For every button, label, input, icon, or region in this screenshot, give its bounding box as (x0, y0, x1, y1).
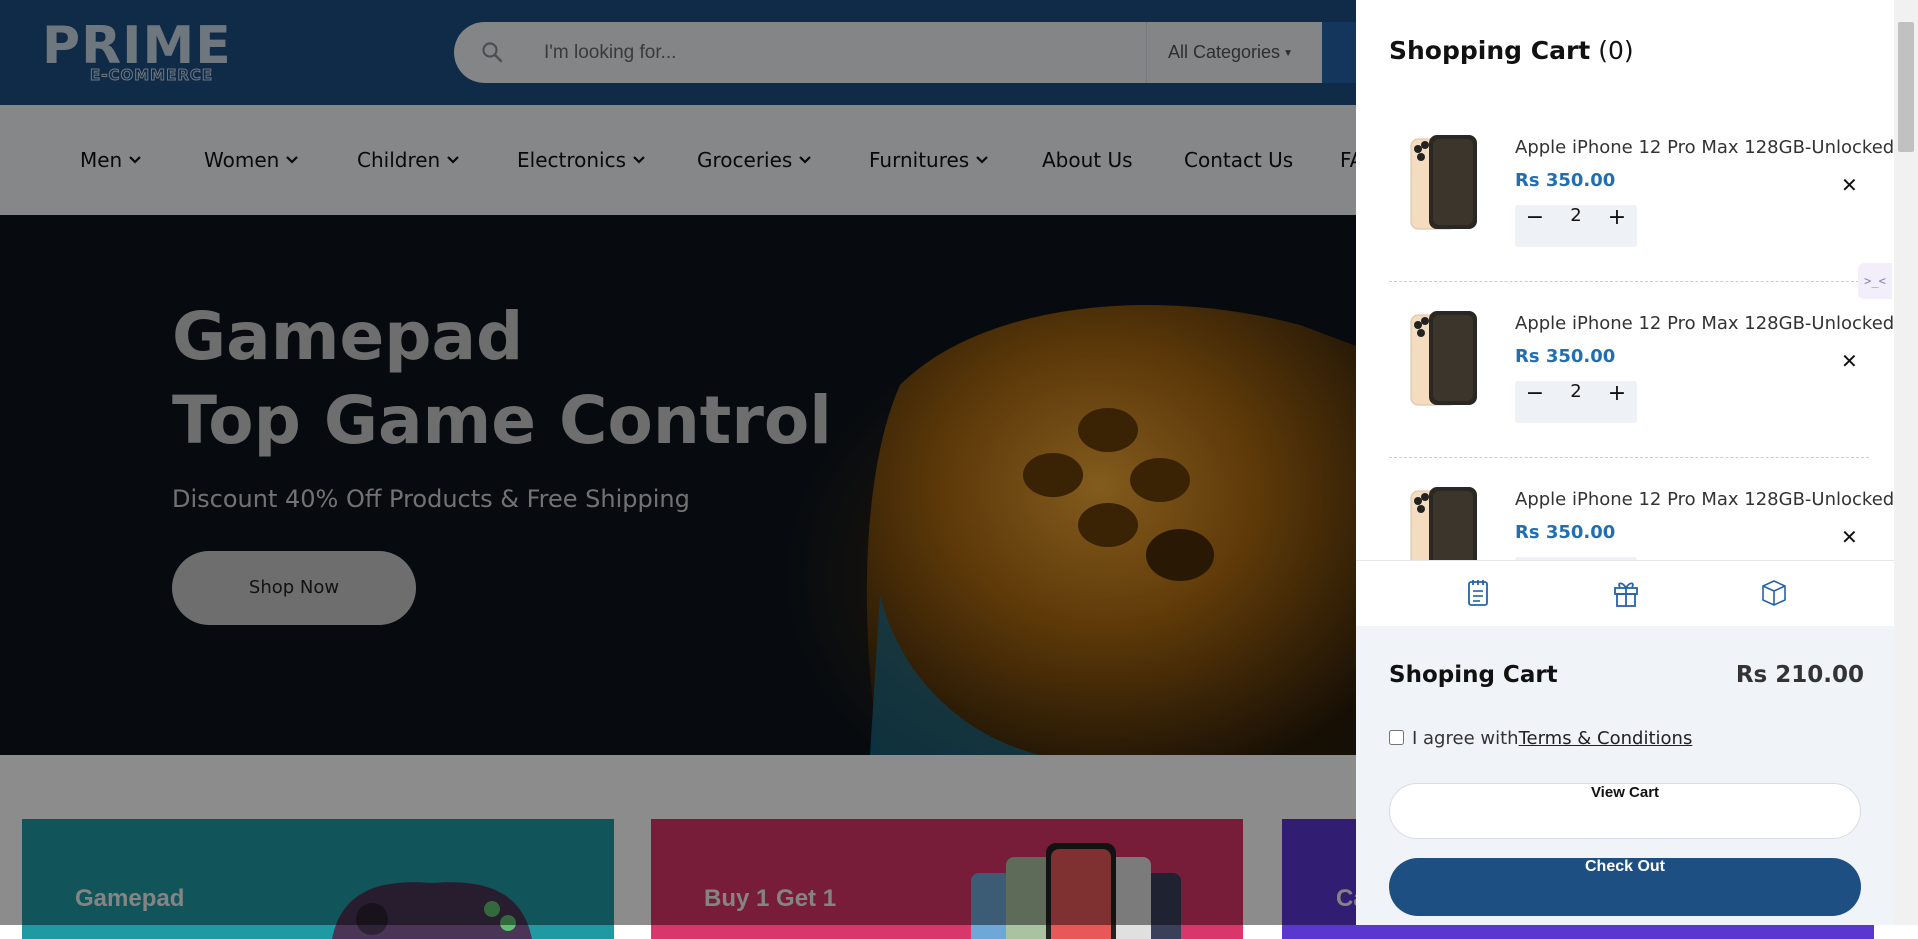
scrollbar-thumb[interactable] (1898, 22, 1914, 152)
note-icon[interactable] (1462, 577, 1494, 609)
minus-icon[interactable]: − (1515, 381, 1555, 423)
terms-agreement: I agree withTerms & Conditions (1389, 728, 1692, 749)
product-name[interactable]: Apple iPhone 12 Pro Max 128GB-Unlocked (1515, 313, 1894, 334)
plus-icon[interactable]: + (1597, 381, 1637, 423)
terms-link[interactable]: Terms & Conditions (1519, 728, 1693, 749)
remove-item-icon[interactable]: ✕ (1841, 525, 1858, 549)
cart-item: Apple iPhone 12 Pro Max 128GB-Unlocked R… (1389, 457, 1894, 560)
agree-text: I agree with (1412, 728, 1519, 749)
quantity-value[interactable]: 2 (1555, 205, 1597, 247)
extension-tab-icon[interactable]: >_< (1858, 263, 1892, 299)
terms-checkbox[interactable] (1389, 730, 1404, 745)
cart-title-text: Shopping Cart (1389, 36, 1591, 65)
product-price: Rs 350.00 (1515, 346, 1616, 367)
cart-total: Rs 210.00 (1735, 662, 1864, 688)
product-name[interactable]: Apple iPhone 12 Pro Max 128GB-Unlocked (1515, 137, 1894, 158)
summary-label: Shoping Cart (1389, 662, 1558, 688)
modal-overlay[interactable] (0, 0, 1356, 925)
quantity-value[interactable]: 2 (1555, 381, 1597, 423)
remove-item-icon[interactable]: ✕ (1841, 173, 1858, 197)
remove-item-icon[interactable]: ✕ (1841, 349, 1858, 373)
product-image (1410, 135, 1477, 230)
product-image (1410, 311, 1477, 406)
cart-items-list[interactable]: Apple iPhone 12 Pro Max 128GB-Unlocked R… (1356, 105, 1894, 560)
product-image (1410, 487, 1477, 560)
quantity-stepper: − 2 + (1515, 205, 1637, 247)
minus-icon[interactable]: − (1515, 205, 1555, 247)
plus-icon[interactable]: + (1597, 205, 1637, 247)
cart-title: Shopping Cart (0) (1389, 36, 1634, 65)
product-price: Rs 350.00 (1515, 170, 1616, 191)
product-name[interactable]: Apple iPhone 12 Pro Max 128GB-Unlocked (1515, 489, 1894, 510)
cart-count: (0) (1598, 36, 1634, 65)
cart-drawer: Shopping Cart (0) Apple iPhone 12 Pro Max… (1356, 0, 1894, 925)
cart-item: Apple iPhone 12 Pro Max 128GB-Unlocked R… (1389, 105, 1894, 282)
view-cart-button[interactable]: View Cart (1389, 783, 1861, 839)
gift-icon[interactable] (1610, 577, 1642, 609)
page-scrollbar[interactable] (1894, 0, 1918, 925)
quantity-stepper: − 2 + (1515, 381, 1637, 423)
box-icon[interactable] (1758, 577, 1790, 609)
cart-summary: Shoping Cart Rs 210.00 I agree withTerms… (1356, 626, 1894, 925)
checkout-button[interactable]: Check Out (1389, 858, 1861, 916)
cart-item: Apple iPhone 12 Pro Max 128GB-Unlocked R… (1389, 281, 1894, 458)
product-price: Rs 350.00 (1515, 522, 1616, 543)
cart-tabs (1356, 560, 1894, 628)
